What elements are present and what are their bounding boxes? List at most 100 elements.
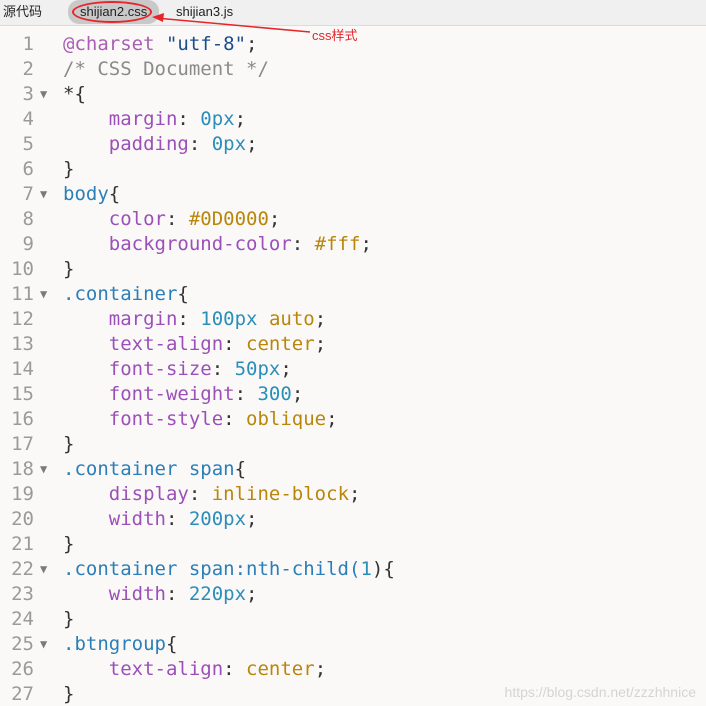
code-token: : bbox=[188, 133, 212, 155]
code-text: *{ bbox=[63, 82, 86, 107]
code-text: display: inline-block; bbox=[63, 482, 361, 507]
code-text: body{ bbox=[63, 182, 120, 207]
code-line: 6} bbox=[0, 157, 706, 182]
tab-source-code[interactable]: 源代码 bbox=[3, 3, 42, 21]
fold-arrow-icon[interactable]: ▼ bbox=[40, 82, 47, 107]
code-line: 23 width: 220px; bbox=[0, 582, 706, 607]
code-text: text-align: center; bbox=[63, 657, 326, 682]
fold-arrow-icon[interactable]: ▼ bbox=[40, 457, 47, 482]
code-text: color: #0D0000; bbox=[63, 207, 281, 232]
file-tab-bar: 源代码 shijian2.css shijian3.js bbox=[0, 0, 706, 26]
tab-shijian2-css[interactable]: shijian2.css bbox=[68, 0, 160, 24]
line-number: 3 bbox=[22, 83, 34, 105]
code-token: ){ bbox=[371, 558, 395, 580]
code-token: @charset bbox=[63, 33, 166, 55]
code-line: 8 color: #0D0000; bbox=[0, 207, 706, 232]
line-number: 11 bbox=[11, 283, 34, 305]
code-token: font-style bbox=[63, 408, 224, 430]
code-editor[interactable]: 1 @charset "utf-8"; 2 /* CSS Document */ 3 ▼ *… bbox=[0, 32, 706, 706]
code-token: ; bbox=[246, 508, 258, 530]
code-text: .container{ bbox=[63, 282, 189, 307]
line-number: 8 bbox=[22, 208, 34, 230]
code-token: padding bbox=[63, 133, 189, 155]
code-text: width: 200px; bbox=[63, 507, 258, 532]
code-token: :nth-child( bbox=[234, 558, 361, 580]
code-token: } bbox=[63, 608, 75, 630]
line-number: 22 bbox=[11, 558, 34, 580]
fold-arrow-icon[interactable]: ▼ bbox=[40, 632, 47, 657]
code-token: : bbox=[223, 333, 247, 355]
line-number: 15 bbox=[11, 383, 34, 405]
code-line: 3 ▼ *{ bbox=[0, 82, 706, 107]
line-number: 27 bbox=[11, 683, 34, 705]
code-line: 17} bbox=[0, 432, 706, 457]
code-token: text-align bbox=[63, 333, 224, 355]
code-line: 18 ▼ .container span{ bbox=[0, 457, 706, 482]
code-token: 100px bbox=[200, 308, 258, 330]
code-token: 200px bbox=[188, 508, 247, 530]
code-token: 300 bbox=[257, 383, 292, 405]
code-text: } bbox=[63, 432, 74, 457]
code-line: 9 background-color: #fff; bbox=[0, 232, 706, 257]
code-text: padding: 0px; bbox=[63, 132, 258, 157]
code-line: 21} bbox=[0, 532, 706, 557]
fold-arrow-icon[interactable]: ▼ bbox=[40, 557, 47, 582]
code-line: 19 display: inline-block; bbox=[0, 482, 706, 507]
line-number: 12 bbox=[11, 308, 34, 330]
line-number: 5 bbox=[22, 133, 34, 155]
line-number: 26 bbox=[11, 658, 34, 680]
code-token: : bbox=[211, 358, 235, 380]
code-token: : bbox=[165, 208, 189, 230]
code-token: width bbox=[63, 508, 166, 530]
code-token: } bbox=[63, 258, 75, 280]
line-number: 16 bbox=[11, 408, 34, 430]
code-token: display bbox=[63, 483, 189, 505]
code-token: .container span bbox=[63, 558, 235, 580]
line-number: 4 bbox=[22, 108, 34, 130]
code-token: : bbox=[223, 408, 247, 430]
code-token: oblique bbox=[246, 408, 327, 430]
code-text: font-size: 50px; bbox=[63, 357, 292, 382]
code-line: 26 text-align: center; bbox=[0, 657, 706, 682]
code-token: #0D0000 bbox=[188, 208, 269, 230]
code-text: } bbox=[63, 257, 74, 282]
code-token: { bbox=[234, 458, 247, 480]
code-token: : bbox=[234, 383, 258, 405]
code-line: 11 ▼ .container{ bbox=[0, 282, 706, 307]
line-number: 24 bbox=[11, 608, 34, 630]
code-token: } bbox=[63, 158, 75, 180]
code-token: ; bbox=[234, 108, 247, 130]
code-token: ; bbox=[246, 33, 258, 55]
code-token: inline-block bbox=[211, 483, 350, 505]
code-token: : bbox=[165, 583, 189, 605]
code-token: body bbox=[63, 183, 109, 205]
line-number: 17 bbox=[11, 433, 34, 455]
code-token: center bbox=[246, 658, 315, 680]
code-token: : bbox=[177, 308, 201, 330]
watermark: https://blog.csdn.net/zzzhhnice bbox=[504, 684, 696, 700]
code-token: margin bbox=[63, 308, 178, 330]
code-text: margin: 100px auto; bbox=[63, 307, 326, 332]
code-token: 1 bbox=[360, 558, 372, 580]
code-token: : bbox=[165, 508, 189, 530]
line-number: 1 bbox=[22, 33, 34, 55]
code-token: { bbox=[177, 283, 189, 305]
code-token: : bbox=[188, 483, 212, 505]
fold-arrow-icon[interactable]: ▼ bbox=[40, 182, 47, 207]
code-token: } bbox=[63, 683, 75, 705]
fold-arrow-icon[interactable]: ▼ bbox=[40, 282, 47, 307]
code-text: /* CSS Document */ bbox=[63, 57, 269, 82]
code-token: : bbox=[177, 108, 201, 130]
line-number: 10 bbox=[11, 258, 34, 280]
code-token: { bbox=[108, 183, 121, 205]
code-token: 220px bbox=[188, 583, 247, 605]
tab-shijian3-js[interactable]: shijian3.js bbox=[176, 3, 233, 21]
code-line: 10} bbox=[0, 257, 706, 282]
code-token: .btngroup bbox=[63, 633, 166, 655]
code-text: } bbox=[63, 532, 74, 557]
code-line: 5 padding: 0px; bbox=[0, 132, 706, 157]
code-token: 50px bbox=[234, 358, 281, 380]
code-token: : bbox=[291, 233, 315, 255]
line-number: 19 bbox=[11, 483, 34, 505]
code-line: 13 text-align: center; bbox=[0, 332, 706, 357]
